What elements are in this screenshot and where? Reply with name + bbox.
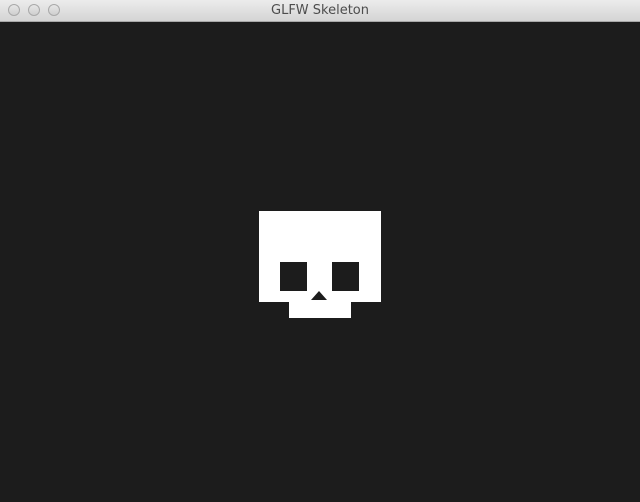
app-window: GLFW Skeleton bbox=[0, 0, 640, 502]
skull-icon bbox=[259, 211, 381, 318]
skull-shape bbox=[259, 211, 381, 318]
gl-canvas[interactable] bbox=[0, 22, 640, 502]
title-bar[interactable]: GLFW Skeleton bbox=[0, 0, 640, 22]
window-title: GLFW Skeleton bbox=[271, 3, 369, 18]
